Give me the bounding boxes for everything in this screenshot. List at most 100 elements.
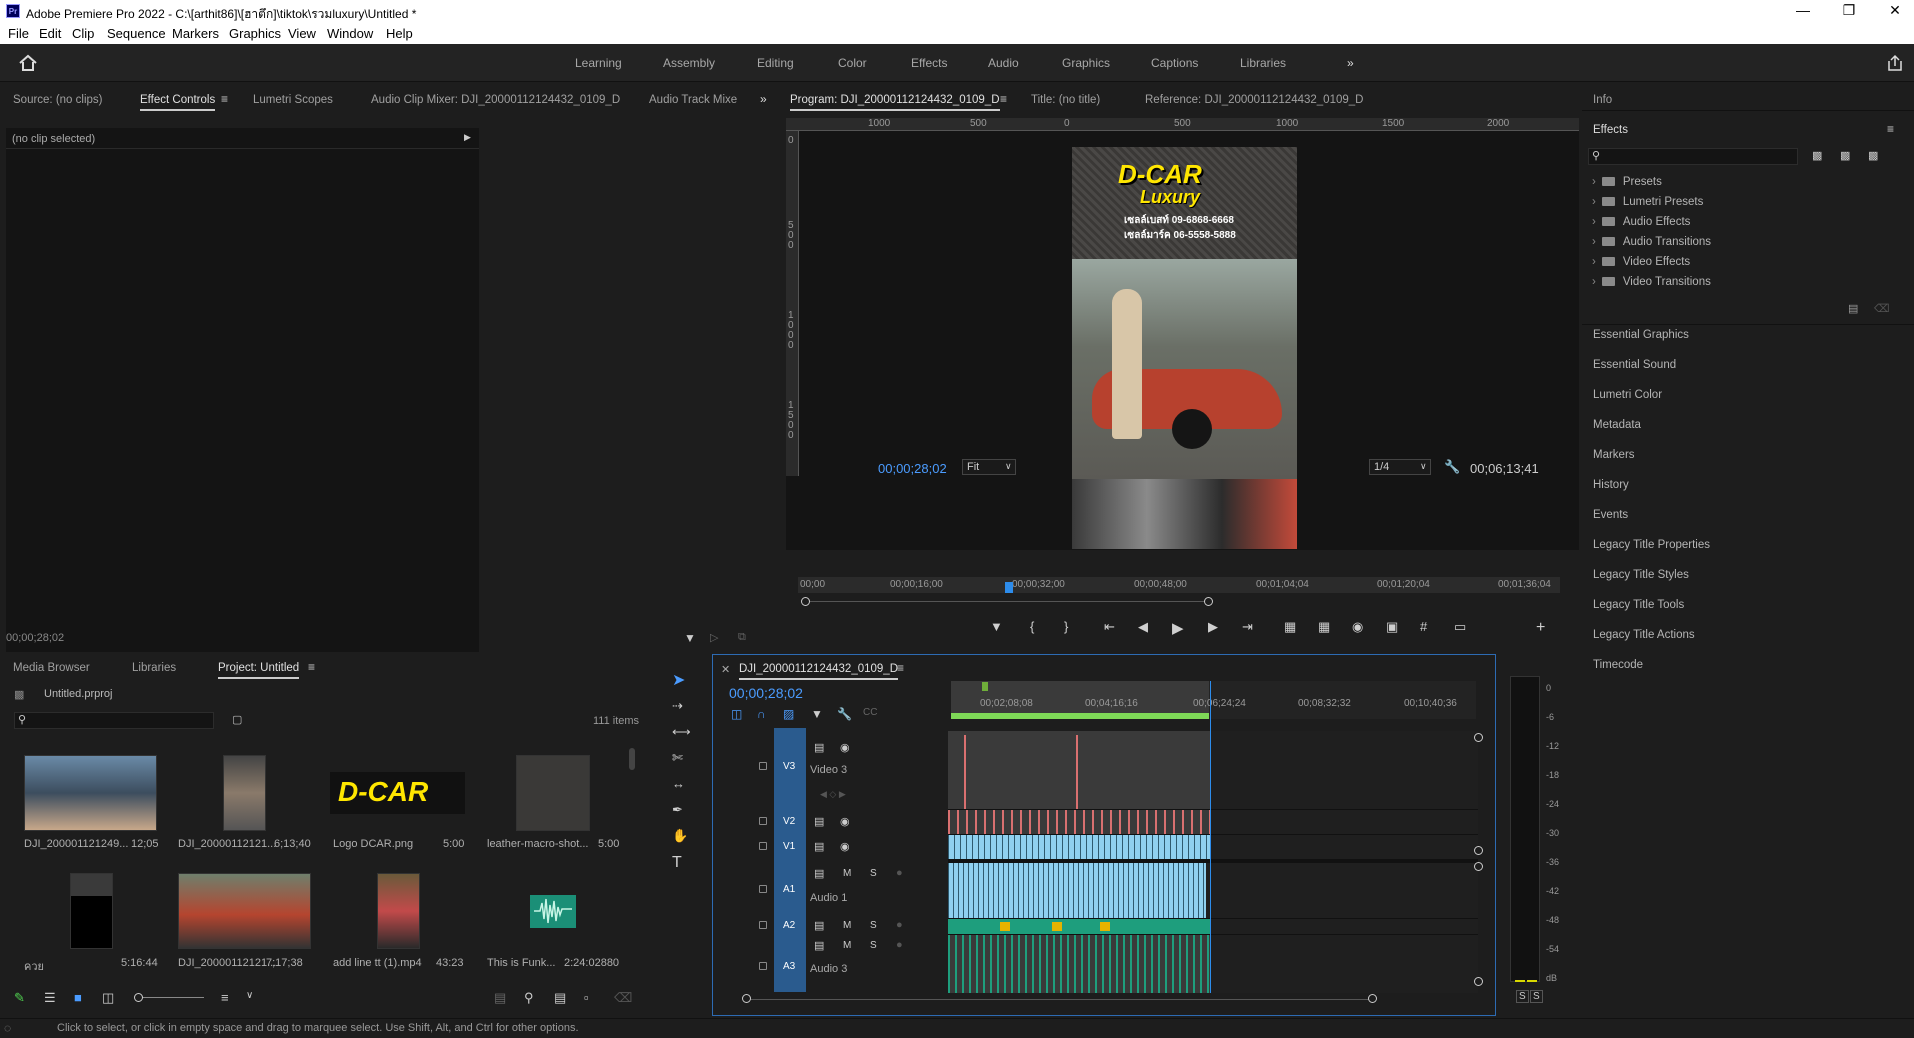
timeline-menu-icon[interactable]: ≡	[897, 661, 904, 675]
workspace-assembly[interactable]: Assembly	[663, 56, 715, 70]
project-thumbnail[interactable]: D-CAR	[330, 772, 465, 814]
hand-tool-icon[interactable]: ✋	[672, 828, 688, 844]
eye-icon[interactable]: ◉	[840, 741, 850, 754]
project-thumbnail[interactable]	[223, 755, 266, 831]
timeline-settings-icon[interactable]: 🔧	[837, 707, 852, 721]
pencil-icon[interactable]: ✎	[14, 990, 25, 1006]
keyframe-nav-icon[interactable]: ◀ ◇ ▶	[820, 789, 846, 800]
project-thumbnail[interactable]	[178, 873, 311, 949]
track-id[interactable]: V3	[783, 761, 795, 772]
tab-libraries[interactable]: Libraries	[132, 662, 176, 674]
v2-clips[interactable]	[948, 810, 1210, 834]
step-back-icon[interactable]: ◀	[1138, 619, 1148, 635]
list-view-icon[interactable]: ☰	[44, 990, 56, 1006]
program-playhead-timecode[interactable]: 00;00;28;02	[878, 461, 947, 476]
workspace-captions[interactable]: Captions	[1151, 56, 1198, 70]
close-button[interactable]: ✕	[1880, 2, 1910, 19]
wrench-icon[interactable]: 🔧	[1444, 459, 1460, 475]
menu-sequence[interactable]: Sequence	[107, 26, 166, 41]
timeline-ruler[interactable]: 00;02;08;08 00;04;16;16 00;06;24;24 00;0…	[951, 681, 1476, 719]
mute-button[interactable]: M	[843, 920, 851, 931]
find-icon[interactable]: ▢	[232, 713, 242, 726]
lock-icon[interactable]	[759, 885, 767, 893]
minimize-button[interactable]: —	[1788, 2, 1818, 18]
panel-metadata[interactable]: Metadata	[1593, 419, 1641, 431]
panel-history[interactable]: History	[1593, 479, 1629, 491]
tab-program[interactable]: Program: DJI_20000112124432_0109_D	[790, 94, 1000, 111]
sync-lock-icon[interactable]: ▤	[814, 939, 824, 952]
mute-button[interactable]: M	[843, 868, 851, 879]
workspace-color[interactable]: Color	[838, 56, 867, 70]
add-marker-icon[interactable]: ▼	[990, 619, 1003, 634]
panel-markers[interactable]: Markers	[1593, 449, 1635, 461]
workspace-effects[interactable]: Effects	[911, 56, 947, 70]
microphone-icon[interactable]: ●	[896, 867, 903, 879]
add-marker-icon[interactable]: ▼	[811, 707, 823, 721]
audio-scroll-handle[interactable]	[1474, 977, 1483, 986]
yuv-effects-icon[interactable]: ▩	[1868, 149, 1878, 162]
vr-video-icon[interactable]: ▭	[1454, 619, 1466, 635]
effects-menu-icon[interactable]: ≡	[1887, 122, 1894, 136]
sync-lock-icon[interactable]: ▤	[814, 919, 824, 932]
a1-clips[interactable]	[948, 863, 1206, 918]
zoom-handle-left[interactable]	[801, 597, 810, 606]
project-search-input[interactable]: ⚲	[14, 712, 214, 729]
eye-icon[interactable]: ◉	[840, 815, 850, 828]
panel-legacy-title-actions[interactable]: Legacy Title Actions	[1593, 629, 1695, 641]
menu-window[interactable]: Window	[327, 26, 373, 41]
zoom-select[interactable]: Fit ∨	[962, 459, 1016, 475]
hscroll-handle-right[interactable]	[1368, 994, 1377, 1003]
close-sequence-icon[interactable]: ✕	[721, 663, 730, 676]
tree-video-effects[interactable]: › Video Effects	[1592, 256, 1690, 268]
zoom-slider-handle[interactable]	[134, 993, 143, 1002]
track-id[interactable]: V1	[783, 841, 795, 852]
resolution-select[interactable]: 1/4 ∨	[1369, 459, 1431, 475]
tree-lumetri-presets[interactable]: › Lumetri Presets	[1592, 196, 1703, 208]
workspace-graphics[interactable]: Graphics	[1062, 56, 1110, 70]
sync-lock-icon[interactable]: ▤	[814, 867, 824, 880]
tab-reference[interactable]: Reference: DJI_20000112124432_0109_D	[1145, 94, 1363, 106]
workspace-audio[interactable]: Audio	[988, 56, 1019, 70]
filter-icon[interactable]: ▼	[684, 631, 696, 645]
trash-icon[interactable]: ⌫	[614, 990, 632, 1006]
tab-sequence[interactable]: DJI_20000112124432_0109_D	[739, 663, 899, 680]
panel-legacy-title-tools[interactable]: Legacy Title Tools	[1593, 599, 1684, 611]
menu-help[interactable]: Help	[386, 26, 413, 41]
sync-lock-icon[interactable]: ▤	[814, 741, 824, 754]
menu-graphics[interactable]: Graphics	[229, 26, 281, 41]
panel-timecode[interactable]: Timecode	[1593, 659, 1643, 671]
microphone-icon[interactable]: ●	[896, 919, 903, 931]
pen-tool-icon[interactable]: ✒	[672, 802, 683, 818]
track-id[interactable]: A3	[783, 961, 795, 972]
solo-left-button[interactable]: S	[1516, 990, 1529, 1003]
automate-to-sequence-icon[interactable]: ▤	[494, 990, 506, 1006]
new-bin-icon[interactable]: ▤	[554, 990, 566, 1006]
track-id[interactable]: A2	[783, 920, 795, 931]
panel-legacy-title-properties[interactable]: Legacy Title Properties	[1593, 539, 1710, 551]
tab-effects[interactable]: Effects	[1593, 124, 1628, 136]
tab-info[interactable]: Info	[1593, 94, 1612, 106]
export-frame-icon[interactable]: ◉	[1352, 619, 1363, 635]
tab-source[interactable]: Source: (no clips)	[13, 94, 102, 106]
menu-view[interactable]: View	[288, 26, 316, 41]
more-workspaces-icon[interactable]: »	[1347, 56, 1354, 70]
program-viewport[interactable]: 1000 500 0 500 1000 1500 2000 0 5 0 0 1 …	[786, 118, 1579, 550]
nest-icon[interactable]: ◫	[731, 707, 742, 721]
lock-icon[interactable]	[759, 817, 767, 825]
lock-icon[interactable]	[759, 842, 767, 850]
menu-edit[interactable]: Edit	[39, 26, 61, 41]
solo-right-button[interactable]: S	[1530, 990, 1543, 1003]
workspace-editing[interactable]: Editing	[757, 56, 794, 70]
video-scroll-handle[interactable]	[1474, 846, 1483, 855]
panel-essential-sound[interactable]: Essential Sound	[1593, 359, 1676, 371]
tab-media-browser[interactable]: Media Browser	[13, 662, 90, 674]
lock-icon[interactable]	[759, 962, 767, 970]
go-to-in-icon[interactable]: ⇤	[1104, 619, 1115, 635]
type-tool-icon[interactable]: T	[672, 854, 682, 872]
video-scroll-handle[interactable]	[1474, 733, 1483, 742]
panel-menu-icon[interactable]: ≡	[221, 92, 228, 106]
sort-icon[interactable]: ≡	[221, 990, 229, 1005]
tab-audio-clip-mixer[interactable]: Audio Clip Mixer: DJI_20000112124432_010…	[371, 94, 620, 106]
tab-audio-track-mixer[interactable]: Audio Track Mixe	[649, 94, 737, 106]
program-scrub-bar[interactable]: 00;00 00;00;16;00 00;00;32;00 00;00;48;0…	[798, 577, 1560, 593]
